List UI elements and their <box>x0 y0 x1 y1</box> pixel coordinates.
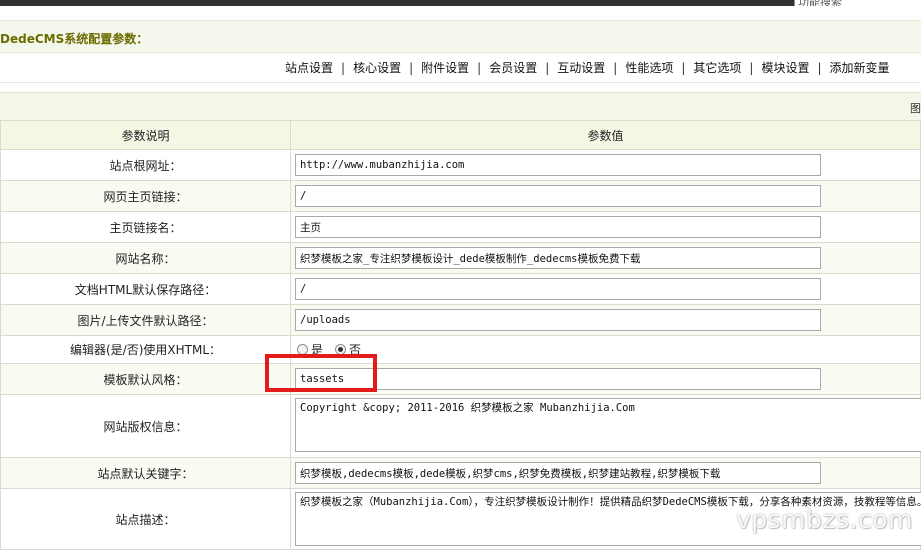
section-edge-text: 图 <box>910 102 921 115</box>
homepage-link-input[interactable] <box>295 185 821 207</box>
watermark: vpsmbzs.com <box>736 505 913 534</box>
row-label: 网站名称： <box>0 242 291 274</box>
upload-path-input[interactable] <box>295 309 821 331</box>
tab-interaction-settings[interactable]: 互动设置 <box>555 59 607 76</box>
table-row: 网页主页链接： <box>0 180 921 212</box>
section-header-strip: 图 <box>0 92 921 121</box>
table-row: 文档HTML默认保存路径： <box>0 273 921 305</box>
site-root-url-input[interactable] <box>295 154 821 176</box>
tab-separator: | <box>613 60 618 75</box>
tab-separator: | <box>341 60 346 75</box>
radio-label-no: 否 <box>349 343 362 357</box>
row-value-cell <box>290 149 921 181</box>
xhtml-no-radio[interactable] <box>335 344 347 355</box>
row-value-cell <box>290 457 921 489</box>
html-save-path-input[interactable] <box>295 278 821 300</box>
table-row: 站点默认关键字： <box>0 457 921 489</box>
tab-separator: | <box>545 60 550 75</box>
homepage-link-name-input[interactable] <box>295 216 821 238</box>
site-keywords-input[interactable] <box>295 462 821 484</box>
row-label: 站点默认关键字： <box>0 457 291 489</box>
row-label: 主页链接名： <box>0 211 291 243</box>
column-header-description: 参数说明 <box>0 120 291 150</box>
xhtml-yes-radio[interactable] <box>297 344 308 355</box>
row-label: 站点根网址： <box>0 149 291 181</box>
tab-separator: | <box>409 60 414 75</box>
row-value-cell: Copyright &copy; 2011-2016 织梦模板之家 Mubanz… <box>290 394 921 458</box>
tab-attachment-settings[interactable]: 附件设置 <box>419 59 471 76</box>
page-title: DedeCMS系统配置参数： <box>0 32 149 46</box>
table-header-row: 参数说明 参数值 <box>0 120 921 150</box>
tab-module-settings[interactable]: 模块设置 <box>759 59 811 76</box>
row-value-cell <box>290 273 921 305</box>
row-label: 网页主页链接： <box>0 180 291 212</box>
table-row: 主页链接名： <box>0 211 921 243</box>
tab-site-settings[interactable]: 站点设置 <box>283 59 335 76</box>
row-value-cell <box>290 304 921 336</box>
radio-label-yes: 是 <box>311 343 324 357</box>
tab-other-options[interactable]: 其它选项 <box>691 59 743 76</box>
settings-tabs: 站点设置 | 核心设置 | 附件设置 | 会员设置 | 互动设置 | 性能选项 | 其它选项… <box>283 59 892 76</box>
tab-member-settings[interactable]: 会员设置 <box>487 59 539 76</box>
table-row: 编辑器(是/否)使用XHTML： 是 否 <box>0 335 921 364</box>
tab-separator: | <box>681 60 686 75</box>
title-bar: DedeCMS系统配置参数： <box>0 20 921 53</box>
table-row: 模板默认风格： <box>0 363 921 395</box>
row-label: 文档HTML默认保存路径： <box>0 273 291 305</box>
column-header-value: 参数值 <box>290 120 921 150</box>
row-value-cell <box>290 363 921 395</box>
row-label: 站点描述： <box>0 488 291 550</box>
site-name-input[interactable] <box>295 247 821 269</box>
tab-separator: | <box>749 60 754 75</box>
tab-performance-options[interactable]: 性能选项 <box>623 59 675 76</box>
default-template-style-input[interactable] <box>295 368 821 390</box>
tab-core-settings[interactable]: 核心设置 <box>351 59 403 76</box>
tab-add-variable[interactable]: 添加新变量 <box>828 59 892 76</box>
table-row: 网站名称： <box>0 242 921 274</box>
tab-separator: | <box>817 60 822 75</box>
config-table: 参数说明 参数值 站点根网址： 网页主页链接： 主页链接名： 网站名称： 文档H… <box>0 120 921 550</box>
tab-separator: | <box>477 60 482 75</box>
row-value-cell <box>290 211 921 243</box>
table-row: 图片/上传文件默认路径： <box>0 304 921 336</box>
copyright-info-textarea[interactable]: Copyright &copy; 2011-2016 织梦模板之家 Mubanz… <box>295 397 921 452</box>
row-label: 编辑器(是/否)使用XHTML： <box>0 335 291 364</box>
row-label: 网站版权信息： <box>0 394 291 458</box>
table-row: 网站版权信息： Copyright &copy; 2011-2016 织梦模板之… <box>0 394 921 458</box>
function-search-box[interactable]: 功能搜索 <box>794 0 921 6</box>
top-bar <box>0 0 921 6</box>
tab-bar: 站点设置 | 核心设置 | 附件设置 | 会员设置 | 互动设置 | 性能选项 | 其它选项… <box>0 54 921 83</box>
row-label: 模板默认风格： <box>0 363 291 395</box>
table-row: 站点根网址： <box>0 149 921 181</box>
row-value-cell: 是 否 <box>290 335 921 364</box>
row-value-cell <box>290 242 921 274</box>
row-value-cell <box>290 180 921 212</box>
xhtml-radio-group: 是 否 <box>297 341 920 358</box>
row-label: 图片/上传文件默认路径： <box>0 304 291 336</box>
